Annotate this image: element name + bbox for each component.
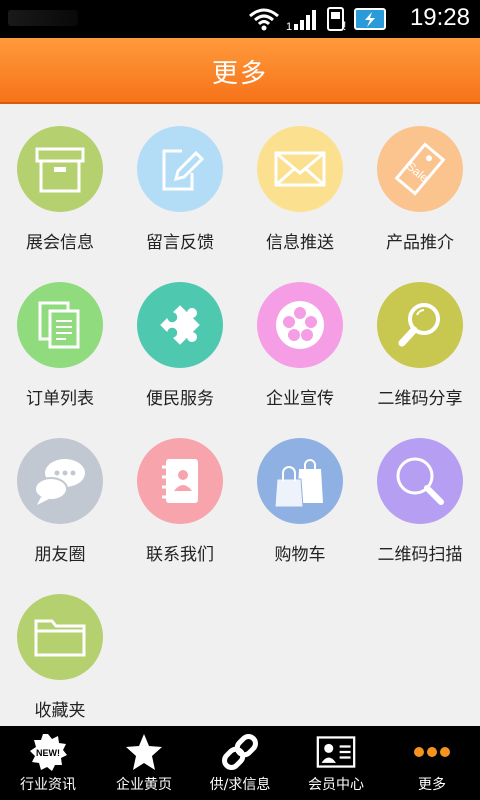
grid-item-label: 二维码分享 [377, 389, 463, 409]
film-reel-icon [257, 282, 343, 368]
status-bar: 1 ! 19:28 [0, 0, 480, 38]
grid-item-qr-scan[interactable]: 二维码扫描 [360, 416, 480, 572]
status-icons: 1 ! [248, 6, 388, 32]
shopping-bags-icon [257, 438, 343, 524]
tab-label: 企业黄页 [116, 777, 172, 793]
grid-item-push[interactable]: 信息推送 [240, 104, 360, 260]
sim-card-icon: ! [327, 7, 346, 31]
app-logo [8, 10, 78, 26]
page-title: 更多 [211, 59, 268, 89]
chat-bubbles-icon [17, 438, 103, 524]
magnifier-icon [377, 282, 463, 368]
tab-more[interactable]: 更多 [384, 726, 480, 800]
grid-item-label: 购物车 [274, 545, 326, 565]
tab-industry-news[interactable]: NEW! 行业资讯 [0, 726, 96, 800]
documents-icon [17, 282, 103, 368]
address-book-icon [137, 438, 223, 524]
grid-item-services[interactable]: 便民服务 [120, 260, 240, 416]
grid-item-label: 展会信息 [26, 233, 94, 253]
star-icon [124, 732, 164, 772]
edit-note-icon [137, 126, 223, 212]
tab-label: 会员中心 [308, 777, 364, 793]
tab-label: 行业资讯 [20, 777, 76, 793]
puzzle-icon [137, 282, 223, 368]
status-time: 19:28 [409, 4, 470, 31]
grid-item-products[interactable]: Sale 产品推介 [360, 104, 480, 260]
grid-item-label: 朋友圈 [34, 545, 86, 565]
grid-item-label: 产品推介 [386, 233, 454, 253]
tab-label: 更多 [418, 777, 446, 793]
chain-link-icon [220, 732, 260, 772]
tab-supply-demand[interactable]: 供/求信息 [192, 726, 288, 800]
feature-grid: 展会信息 留言反馈 信息推送 Sale 产品推介 订单列表 便民服务 企业宣传 … [0, 104, 480, 726]
sale-tag-icon: Sale [377, 126, 463, 212]
grid-item-label: 留言反馈 [146, 233, 214, 253]
bottom-tab-bar: NEW! 行业资讯 企业黄页 供/求信息 会员中心 更多 [0, 726, 480, 800]
svg-text:1: 1 [286, 21, 292, 31]
grid-item-label: 二维码扫描 [377, 545, 463, 565]
wifi-icon [249, 8, 279, 31]
new-badge-icon: NEW! [28, 732, 68, 772]
grid-item-qr-share[interactable]: 二维码分享 [360, 260, 480, 416]
grid-item-feedback[interactable]: 留言反馈 [120, 104, 240, 260]
grid-item-moments[interactable]: 朋友圈 [0, 416, 120, 572]
id-card-icon [316, 732, 356, 772]
grid-item-promotion[interactable]: 企业宣传 [240, 260, 360, 416]
svg-text:NEW!: NEW! [36, 748, 60, 758]
grid-item-label: 订单列表 [26, 389, 94, 409]
grid-item-orders[interactable]: 订单列表 [0, 260, 120, 416]
grid-item-label: 企业宣传 [266, 389, 334, 409]
grid-item-label: 信息推送 [266, 233, 334, 253]
search-icon [377, 438, 463, 524]
grid-item-label: 联系我们 [146, 545, 214, 565]
grid-item-favorites[interactable]: 收藏夹 [0, 572, 120, 728]
battery-charging-icon [354, 8, 386, 30]
page-header: 更多 [0, 38, 480, 104]
signal-icon: 1 [286, 10, 316, 31]
grid-item-label: 便民服务 [146, 389, 214, 409]
grid-item-cart[interactable]: 购物车 [240, 416, 360, 572]
tab-yellow-pages[interactable]: 企业黄页 [96, 726, 192, 800]
envelope-icon [257, 126, 343, 212]
grid-item-label: 收藏夹 [34, 701, 86, 721]
grid-item-contact[interactable]: 联系我们 [120, 416, 240, 572]
svg-text:!: ! [343, 19, 346, 31]
tab-label: 供/求信息 [209, 777, 271, 793]
tab-member-center[interactable]: 会员中心 [288, 726, 384, 800]
more-dots-icon [412, 732, 452, 772]
grid-item-exhibition[interactable]: 展会信息 [0, 104, 120, 260]
archive-box-icon [17, 126, 103, 212]
folder-icon [17, 594, 103, 680]
